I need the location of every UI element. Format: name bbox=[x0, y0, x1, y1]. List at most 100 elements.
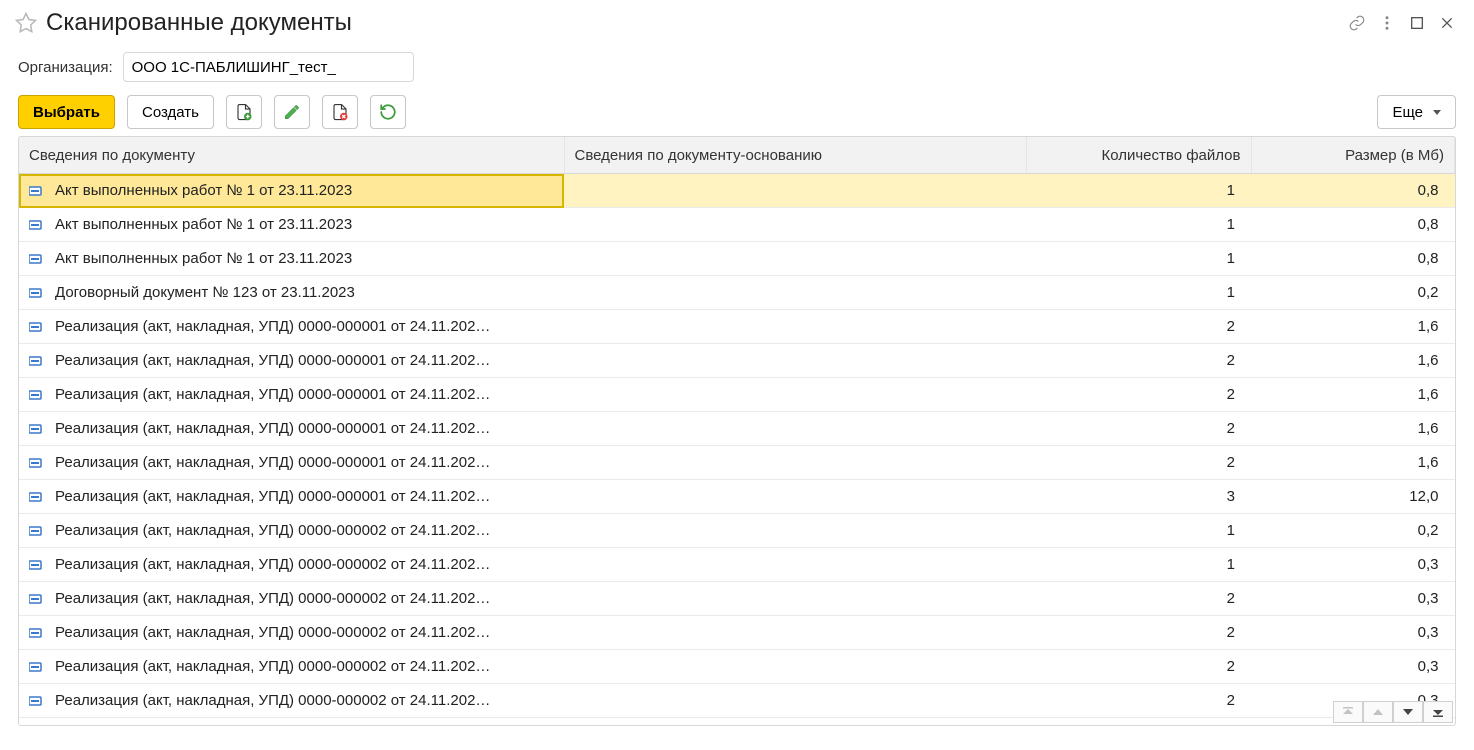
files-cell: 2 bbox=[1026, 378, 1251, 412]
more-button-label: Еще bbox=[1392, 104, 1423, 121]
select-button[interactable]: Выбрать bbox=[18, 95, 115, 129]
document-icon bbox=[29, 389, 45, 401]
table-row[interactable]: Реализация (акт, накладная, УПД) 0000-00… bbox=[19, 650, 1455, 684]
size-cell: 0,2 bbox=[1251, 276, 1455, 310]
files-cell: 2 bbox=[1026, 650, 1251, 684]
files-cell: 1 bbox=[1026, 276, 1251, 310]
table-header: Сведения по документу Сведения по докуме… bbox=[19, 137, 1455, 174]
table-row[interactable]: Договорный документ № 123 от 23.11.20231… bbox=[19, 276, 1455, 310]
table-row[interactable]: Реализация (акт, накладная, УПД) 0000-00… bbox=[19, 548, 1455, 582]
base-cell bbox=[564, 650, 1026, 684]
size-cell: 12,0 bbox=[1251, 480, 1455, 514]
doc-cell: Реализация (акт, накладная, УПД) 0000-00… bbox=[55, 556, 490, 573]
files-cell: 1 bbox=[1026, 208, 1251, 242]
base-cell bbox=[564, 582, 1026, 616]
table-row[interactable]: Акт выполненных работ № 1 от 23.11.20231… bbox=[19, 242, 1455, 276]
base-cell bbox=[564, 174, 1026, 208]
document-icon bbox=[29, 559, 45, 571]
select-button-label: Выбрать bbox=[33, 104, 100, 121]
table-row[interactable]: Реализация (акт, накладная, УПД) 0000-00… bbox=[19, 446, 1455, 480]
col-doc[interactable]: Сведения по документу bbox=[19, 137, 564, 174]
link-icon[interactable] bbox=[1342, 8, 1372, 38]
table-row[interactable]: Реализация (акт, накладная, УПД) 0000-00… bbox=[19, 378, 1455, 412]
kebab-menu-icon[interactable] bbox=[1372, 8, 1402, 38]
table-row[interactable]: Реализация (акт, накладная, УПД) 0000-00… bbox=[19, 310, 1455, 344]
base-cell bbox=[564, 344, 1026, 378]
files-cell: 2 bbox=[1026, 684, 1251, 718]
files-cell: 2 bbox=[1026, 616, 1251, 650]
table-row[interactable]: Реализация (акт, накладная, УПД) 0000-00… bbox=[19, 344, 1455, 378]
create-button[interactable]: Создать bbox=[127, 95, 214, 129]
document-icon bbox=[29, 661, 45, 673]
base-cell bbox=[564, 208, 1026, 242]
doc-cell: Реализация (акт, накладная, УПД) 0000-00… bbox=[55, 692, 490, 709]
base-cell bbox=[564, 684, 1026, 718]
size-cell: 0,3 bbox=[1251, 548, 1455, 582]
doc-cell: Акт выполненных работ № 1 от 23.11.2023 bbox=[55, 216, 352, 233]
doc-cell: Реализация (акт, накладная, УПД) 0000-00… bbox=[55, 488, 490, 505]
table-row[interactable]: Реализация (акт, накладная, УПД) 0000-00… bbox=[19, 514, 1455, 548]
document-icon bbox=[29, 287, 45, 299]
table-row[interactable]: Реализация (акт, накладная, УПД) 0000-00… bbox=[19, 616, 1455, 650]
document-icon bbox=[29, 457, 45, 469]
document-icon bbox=[29, 695, 45, 707]
nav-next[interactable] bbox=[1393, 701, 1423, 723]
organization-input[interactable] bbox=[123, 52, 414, 82]
base-cell bbox=[564, 310, 1026, 344]
table-row[interactable]: Акт выполненных работ № 1 от 23.11.20231… bbox=[19, 174, 1455, 208]
size-cell: 0,2 bbox=[1251, 514, 1455, 548]
size-cell: 0,3 bbox=[1251, 616, 1455, 650]
document-icon bbox=[29, 355, 45, 367]
nav-last[interactable] bbox=[1423, 701, 1453, 723]
window-titlebar: Сканированные документы bbox=[0, 0, 1474, 46]
base-cell bbox=[564, 378, 1026, 412]
size-cell: 0,3 bbox=[1251, 582, 1455, 616]
base-cell bbox=[564, 412, 1026, 446]
maximize-icon[interactable] bbox=[1402, 8, 1432, 38]
table-container: Сведения по документу Сведения по докуме… bbox=[18, 136, 1456, 726]
table-row[interactable]: Реализация (акт, накладная, УПД) 0000-00… bbox=[19, 684, 1455, 718]
files-cell: 2 bbox=[1026, 446, 1251, 480]
document-icon bbox=[29, 321, 45, 333]
document-icon bbox=[29, 423, 45, 435]
favorite-star-icon[interactable] bbox=[12, 9, 40, 37]
table-row[interactable]: Реализация (акт, накладная, УПД) 0000-00… bbox=[19, 412, 1455, 446]
close-icon[interactable] bbox=[1432, 8, 1462, 38]
document-icon bbox=[29, 253, 45, 265]
files-cell: 2 bbox=[1026, 344, 1251, 378]
base-cell bbox=[564, 480, 1026, 514]
nav-prev[interactable] bbox=[1363, 701, 1393, 723]
doc-cell: Реализация (акт, накладная, УПД) 0000-00… bbox=[55, 318, 490, 335]
col-size[interactable]: Размер (в Мб) bbox=[1251, 137, 1455, 174]
table-row[interactable]: Реализация (акт, накладная, УПД) 0000-00… bbox=[19, 480, 1455, 514]
files-cell: 1 bbox=[1026, 242, 1251, 276]
files-cell: 2 bbox=[1026, 310, 1251, 344]
col-files[interactable]: Количество файлов bbox=[1026, 137, 1251, 174]
base-cell bbox=[564, 616, 1026, 650]
size-cell: 1,6 bbox=[1251, 446, 1455, 480]
document-icon bbox=[29, 185, 45, 197]
table-row[interactable]: Акт выполненных работ № 1 от 23.11.2023 1… bbox=[19, 208, 1455, 242]
table-nav bbox=[1333, 701, 1453, 723]
base-cell bbox=[564, 446, 1026, 480]
filter-row: Организация: bbox=[0, 46, 1474, 88]
page-title: Сканированные документы bbox=[40, 9, 1342, 37]
size-cell: 0,8 bbox=[1251, 208, 1455, 242]
size-cell: 1,6 bbox=[1251, 412, 1455, 446]
table-row[interactable]: Реализация (акт, накладная, УПД) 0000-00… bbox=[19, 582, 1455, 616]
doc-cell: Акт выполненных работ № 1 от 23.11.2023 bbox=[55, 182, 352, 199]
doc-cell: Реализация (акт, накладная, УПД) 0000-00… bbox=[55, 454, 490, 471]
delete-file-icon[interactable] bbox=[322, 95, 358, 129]
nav-first[interactable] bbox=[1333, 701, 1363, 723]
base-cell bbox=[564, 514, 1026, 548]
size-cell: 0,8 bbox=[1251, 174, 1455, 208]
refresh-icon[interactable] bbox=[370, 95, 406, 129]
edit-icon[interactable] bbox=[274, 95, 310, 129]
files-cell: 1 bbox=[1026, 514, 1251, 548]
doc-cell: Реализация (акт, накладная, УПД) 0000-00… bbox=[55, 658, 490, 675]
chevron-down-icon bbox=[1433, 110, 1441, 115]
col-base[interactable]: Сведения по документу-основанию bbox=[564, 137, 1026, 174]
size-cell: 0,8 bbox=[1251, 242, 1455, 276]
more-button[interactable]: Еще bbox=[1377, 95, 1456, 129]
add-file-icon[interactable] bbox=[226, 95, 262, 129]
